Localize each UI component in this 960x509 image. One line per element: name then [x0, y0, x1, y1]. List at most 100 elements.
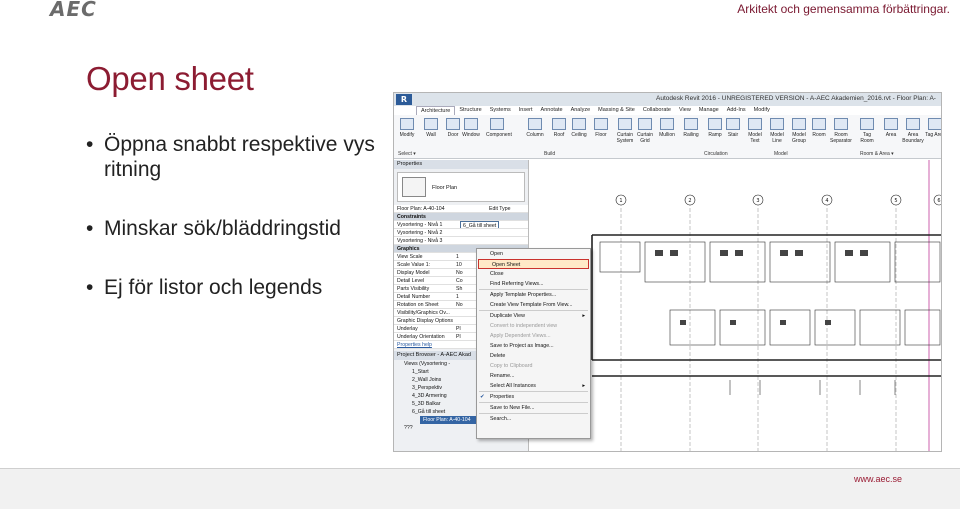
ribbon-button[interactable]: Area Boundary [902, 118, 924, 144]
window-title: Autodesk Revit 2016 - UNREGISTERED VERSI… [656, 95, 936, 102]
ribbon-tab[interactable]: Modify [750, 106, 774, 115]
context-menu-item[interactable]: Select All Instances ▸ [477, 381, 590, 391]
context-menu-item[interactable]: Create View Template From View... [477, 300, 590, 310]
grid-label: 6 [937, 198, 940, 204]
ribbon-button[interactable]: Room Separator [830, 118, 852, 144]
ribbon-button-label: Floor [595, 132, 607, 138]
ribbon-button[interactable]: Tag Area [924, 118, 941, 138]
type-selector[interactable]: Floor Plan [397, 172, 525, 202]
slide-title: Open sheet [86, 60, 254, 97]
context-menu-item[interactable]: Delete [477, 351, 590, 361]
context-menu-label: Convert to independent view [490, 323, 558, 329]
submenu-arrow-icon: ▸ [582, 313, 585, 319]
context-menu-item[interactable]: Apply Dependent Views... [477, 331, 590, 341]
context-menu-item[interactable]: Open [477, 249, 590, 259]
property-value[interactable]: Sh [456, 285, 462, 292]
instance-row[interactable]: Floor Plan: A-40-104 Edit Type [394, 205, 528, 213]
context-menu-item[interactable]: Copy to Clipboard [477, 361, 590, 371]
ribbon-button[interactable]: Window [460, 118, 482, 138]
context-menu-item[interactable]: Search... [477, 414, 590, 424]
property-value[interactable]: 10 [456, 261, 462, 268]
property-value[interactable]: Pl [456, 333, 461, 340]
property-row[interactable]: Vysortering - Nivå 1 6_Gå till sheet [394, 221, 528, 229]
instance-label: Floor Plan: A-40-104 [397, 206, 445, 212]
ribbon-tab[interactable]: Analyze [567, 106, 595, 115]
property-value[interactable]: 1 [456, 293, 459, 300]
property-value[interactable]: 6_Gå till sheet [460, 221, 500, 228]
floor-plan-drawing: 1 2 3 4 5 6 [591, 160, 941, 451]
ribbon-button[interactable]: Component [486, 118, 512, 138]
ribbon-tool-icon [884, 118, 898, 130]
property-row[interactable]: Vysortering - Nivå 2 [394, 229, 528, 237]
footer-url[interactable]: www.aec.se [854, 474, 902, 484]
ribbon-tool-icon [490, 118, 504, 130]
grid-label: 5 [894, 198, 897, 204]
ribbon-tab[interactable]: Manage [695, 106, 723, 115]
ribbon-button-label: Tag Room [860, 132, 874, 144]
property-value[interactable]: Co [456, 277, 463, 284]
ribbon: Modify Wall Door Window Component Column Roof C… [394, 115, 941, 159]
property-label: Vysortering - Nivå 3 [397, 238, 443, 244]
ribbon-button[interactable]: Curtain System [614, 118, 636, 144]
submenu-arrow-icon: ▸ [582, 383, 585, 389]
context-menu-item[interactable]: Duplicate View ▸ [477, 311, 590, 321]
ribbon-button[interactable]: Mullion [656, 118, 678, 138]
grid-label: 4 [825, 198, 828, 204]
context-menu-item[interactable]: Open Sheet [478, 259, 589, 269]
property-value[interactable]: Pl [456, 325, 461, 332]
ribbon-tab[interactable]: Annotate [537, 106, 567, 115]
ribbon-button[interactable]: Column [524, 118, 546, 138]
ribbon-tab[interactable]: Architecture [416, 106, 456, 115]
ribbon-button[interactable]: Room [808, 118, 830, 138]
ribbon-tab[interactable]: Insert [515, 106, 537, 115]
ribbon-tool-icon [748, 118, 762, 130]
ribbon-button-label: Railing [683, 132, 699, 138]
ribbon-button-label: Area [885, 132, 897, 138]
ribbon-tab[interactable]: Add-Ins [723, 106, 750, 115]
ribbon-button[interactable]: Stair [722, 118, 744, 138]
property-label: Detail Number [397, 294, 431, 300]
ribbon-button[interactable]: Model Line [766, 118, 788, 144]
context-menu-label: Apply Template Properties... [490, 292, 557, 298]
ribbon-button-label: Component [486, 132, 512, 138]
property-row[interactable]: Vysortering - Nivå 3 [394, 237, 528, 245]
property-value[interactable]: 1 [456, 253, 459, 260]
ribbon-tab[interactable]: Collaborate [639, 106, 675, 115]
ribbon-tab[interactable]: Systems [486, 106, 515, 115]
ribbon-tab[interactable]: View [675, 106, 695, 115]
context-menu-label: Copy to Clipboard [490, 363, 533, 369]
ribbon-button[interactable]: Modify [396, 118, 418, 138]
ribbon-button[interactable]: Floor [590, 118, 612, 138]
ribbon-button[interactable]: Tag Room [856, 118, 878, 144]
context-menu-item[interactable]: ✔ Properties [477, 392, 590, 402]
ribbon-button[interactable]: Railing [680, 118, 702, 138]
context-menu-item[interactable]: Save to Project as Image... [477, 341, 590, 351]
ribbon-tab[interactable]: Massing & Site [594, 106, 639, 115]
ribbon-button[interactable]: Wall [420, 118, 442, 138]
edit-type-button[interactable]: Edit Type [489, 205, 511, 212]
grid-label: 1 [619, 198, 622, 204]
context-menu-label: Rename... [490, 373, 515, 379]
context-menu-item[interactable]: Apply Template Properties... [477, 290, 590, 300]
ribbon-button[interactable]: Roof [548, 118, 570, 138]
context-menu-item[interactable]: Close [477, 269, 590, 279]
ribbon-tab[interactable]: Structure [455, 106, 485, 115]
revit-app-button[interactable]: R [396, 94, 412, 105]
property-value[interactable]: No [456, 269, 463, 276]
ribbon-button[interactable]: Area [880, 118, 902, 138]
ribbon-button-label: Column [526, 132, 544, 138]
browser-selected-view[interactable]: Floor Plan: A-40-104 [420, 416, 480, 424]
drawing-canvas[interactable]: 1 2 3 4 5 6 [530, 160, 941, 451]
context-menu-item[interactable]: Save to New File... [477, 403, 590, 413]
ribbon-panel-label: Select ▾ [398, 151, 416, 157]
floor-plan-icon [402, 177, 426, 197]
context-menu-item[interactable]: Find Referring Views... [477, 279, 590, 289]
context-menu-item[interactable]: Rename... [477, 371, 590, 381]
ribbon-button-label: Room Separator [830, 132, 852, 144]
ribbon-button[interactable]: Curtain Grid [634, 118, 656, 144]
ribbon-button[interactable]: Ceiling [568, 118, 590, 138]
ribbon-button[interactable]: Model Text [744, 118, 766, 144]
ribbon-button[interactable]: Model Group [788, 118, 810, 144]
property-value[interactable]: No [456, 301, 463, 308]
context-menu-item[interactable]: Convert to independent view [477, 321, 590, 331]
